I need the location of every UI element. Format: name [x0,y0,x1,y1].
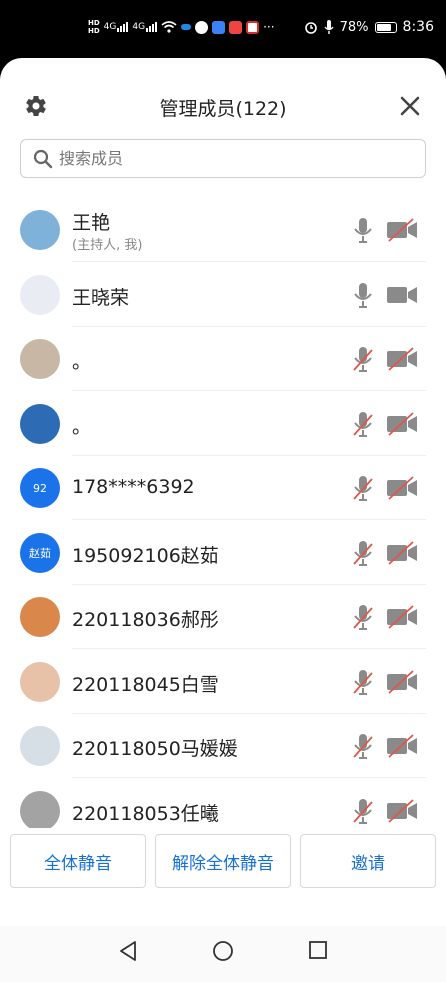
mic-muted-icon[interactable] [352,410,374,438]
avatar [20,339,60,379]
clock: 8:36 [402,19,434,35]
mic-icon[interactable] [352,216,374,244]
camera-icon[interactable] [386,283,418,307]
member-row[interactable]: 220118050马媛媛 [0,714,446,778]
member-name: 。 [72,415,92,438]
avatar [20,790,60,828]
member-row[interactable]: 王艳 (主持人, 我) [0,198,446,262]
camera-off-icon[interactable] [386,218,418,242]
mic-muted-icon[interactable] [352,668,374,696]
unmute-all-button[interactable]: 解除全体静音 [155,834,291,888]
member-row[interactable]: 。 [0,327,446,391]
member-row[interactable]: 赵茹 195092106赵茹 [0,521,446,585]
app-notification-icon [181,24,192,30]
mute-all-button[interactable]: 全体静音 [10,834,146,888]
member-name: 220118050马媛媛 [72,738,238,760]
page-title: 管理成员(122) [159,98,287,120]
camera-off-icon[interactable] [386,798,418,823]
sheet-header: 管理成员(122) [0,58,446,136]
avatar [20,403,60,444]
hd-icon: HD HD [88,19,100,35]
camera-off-icon[interactable] [386,347,418,371]
member-row[interactable]: 。 [0,392,446,456]
mic-muted-icon[interactable] [352,732,374,760]
mic-muted-icon[interactable] [352,797,374,825]
camera-off-icon[interactable] [386,605,418,629]
member-name: 王晓荣 [72,286,130,309]
wifi-icon [161,21,177,33]
avatar [20,726,60,766]
signal-2-label: 4G [132,22,146,32]
camera-off-icon[interactable] [386,411,418,436]
camera-off-icon[interactable] [386,734,418,758]
recents-icon[interactable] [308,940,328,960]
avatar [20,210,60,250]
member-row[interactable]: 92 178****6392 [0,456,446,520]
mic-muted-icon[interactable] [352,603,374,631]
mic-muted-icon[interactable] [352,539,374,567]
manage-members-sheet: 管理成员(122) 王艳(主持人, 我)王晓荣。。92178****6392赵茹… [0,58,446,982]
member-name: 178****6392 [72,476,195,498]
alarm-icon [304,22,317,34]
member-role: (主持人, 我) [72,238,143,253]
search-input[interactable] [59,149,389,168]
search-box[interactable] [20,139,426,178]
status-left: HD HD 4G 4G ··· [88,16,275,38]
camera-off-icon[interactable] [386,669,418,694]
home-icon[interactable] [212,940,234,962]
status-bar: HD HD 4G 4G ··· 78% 8:36 [0,0,446,58]
mic-muted-icon[interactable] [352,345,374,373]
camera-off-icon[interactable] [386,540,418,565]
battery-icon [374,21,397,33]
signal-1-icon: 4G [104,22,129,32]
mic-muted-icon[interactable] [352,474,374,502]
member-name: 220118045白雪 [72,673,219,696]
app-notification-icon [229,20,243,34]
signal-1-label: 4G [103,22,117,32]
avatar: 赵茹 [20,532,60,573]
close-icon[interactable] [398,94,422,118]
avatar [20,597,60,637]
member-name: 195092106赵茹 [72,544,219,567]
member-list[interactable]: 王艳 (主持人, 我) 王晓荣。。 92 178****6392 赵茹 195092106赵… [0,198,446,828]
battery-percent: 78% [339,19,369,35]
invite-button[interactable]: 邀请 [300,834,436,888]
avatar: 92 [20,468,60,508]
back-icon[interactable] [118,940,138,962]
member-name: 220118053任曦 [72,802,219,825]
app-notification-icon [212,20,226,34]
action-bar: 全体静音 解除全体静音 邀请 [0,834,446,892]
mic-status-icon [324,20,334,34]
member-row[interactable]: 220118036郝彤 [0,585,446,649]
member-name: 220118036郝彤 [72,609,219,631]
member-row[interactable]: 220118045白雪 [0,650,446,714]
app-notification-icon [246,20,260,34]
status-right: 78% 8:36 [304,16,434,38]
member-row[interactable]: 220118053任曦 [0,779,446,828]
system-nav-bar [0,926,446,982]
app-notification-icon [195,20,209,34]
more-notifications-icon: ··· [263,20,275,34]
avatar [20,274,60,315]
member-row[interactable]: 王晓荣 [0,263,446,327]
mic-icon[interactable] [352,281,374,309]
search-icon [33,149,53,168]
avatar [20,661,60,702]
member-name: 。 [72,351,92,373]
signal-2-icon: 4G [132,22,158,32]
member-name: 王艳 [72,212,111,234]
camera-off-icon[interactable] [386,476,418,500]
